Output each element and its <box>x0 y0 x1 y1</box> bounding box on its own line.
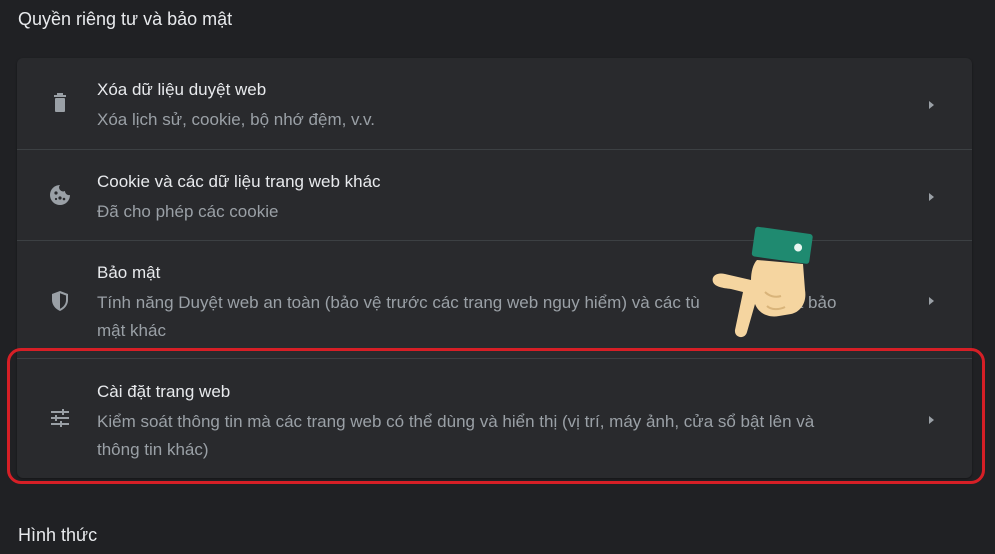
row-description: Xóa lịch sử, cookie, bộ nhớ đệm, v.v. <box>97 110 375 129</box>
row-description-line2: mật khác <box>97 321 166 340</box>
row-text: Xóa dữ liệu duyệt web Xóa lịch sử, cooki… <box>97 78 897 134</box>
row-security[interactable]: Bảo mật Tính năng Duyệt web an toàn (bảo… <box>17 240 972 359</box>
row-text: Bảo mật Tính năng Duyệt web an toàn (bảo… <box>97 261 897 345</box>
row-text: Cookie và các dữ liệu trang web khác Đã … <box>97 170 897 226</box>
trash-icon <box>49 92 71 114</box>
row-text: Cài đặt trang web Kiểm soát thông tin mà… <box>97 380 897 464</box>
settings-page: Quyền riêng tư và bảo mật Xóa dữ liệu du… <box>0 0 995 554</box>
row-cookies[interactable]: Cookie và các dữ liệu trang web khác Đã … <box>17 149 972 241</box>
row-description: Đã cho phép các cookie <box>97 202 279 221</box>
section-title-appearance: Hình thức <box>18 525 98 545</box>
row-label: Cookie và các dữ liệu trang web khác <box>97 172 381 191</box>
row-description: Kiểm soát thông tin mà các trang web có … <box>97 408 897 464</box>
row-description: Tính năng Duyệt web an toàn (bảo vệ trướ… <box>97 289 897 345</box>
row-label: Bảo mật <box>97 263 161 282</box>
shield-icon <box>49 290 71 312</box>
chevron-right-icon <box>925 294 937 306</box>
section-title-privacy: Quyền riêng tư và bảo mật <box>18 9 233 29</box>
row-description-line2: thông tin khác) <box>97 440 209 459</box>
chevron-right-icon <box>925 98 937 110</box>
tune-sliders-icon <box>49 407 71 429</box>
row-label: Xóa dữ liệu duyệt web <box>97 80 267 99</box>
row-description-line1: Tính năng Duyệt web an toàn (bảo vệ trướ… <box>97 293 700 312</box>
privacy-card: Xóa dữ liệu duyệt web Xóa lịch sử, cooki… <box>17 58 972 478</box>
row-site-settings[interactable]: Cài đặt trang web Kiểm soát thông tin mà… <box>17 358 972 479</box>
chevron-right-icon <box>925 190 937 202</box>
row-description-line1-tail: ài đặt bảo <box>761 293 837 312</box>
chevron-right-icon <box>925 413 937 425</box>
row-description-line1: Kiểm soát thông tin mà các trang web có … <box>97 412 815 431</box>
cookie-icon <box>49 184 71 206</box>
row-clear-browsing-data[interactable]: Xóa dữ liệu duyệt web Xóa lịch sử, cooki… <box>17 58 972 149</box>
row-label: Cài đặt trang web <box>97 382 231 401</box>
